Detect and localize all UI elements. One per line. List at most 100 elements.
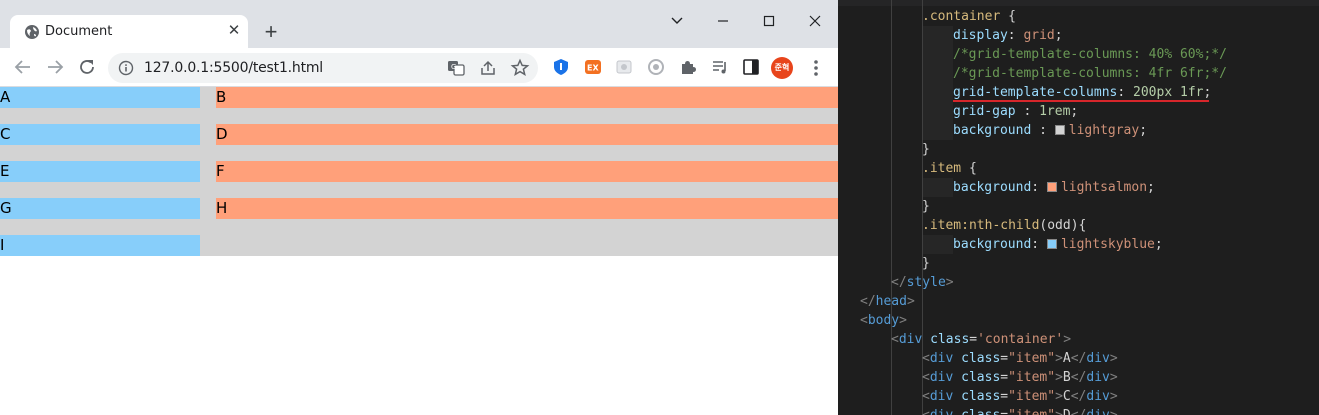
color-swatch[interactable] <box>1046 182 1057 192</box>
puzzle-extensions-icon[interactable] <box>678 57 698 77</box>
code-token: = <box>1000 370 1009 385</box>
code-token: display <box>953 28 1008 43</box>
code-token: < <box>922 408 930 415</box>
code-token: "item" <box>1008 370 1056 385</box>
code-token: = <box>969 332 978 347</box>
screen-extension-icon[interactable] <box>614 57 634 77</box>
code-editor[interactable]: .container { display: grid;/*grid-templat… <box>838 0 1319 415</box>
reload-icon[interactable] <box>76 56 98 78</box>
code-token: .item:nth-child <box>922 218 1040 233</box>
code-line: </style> <box>891 273 954 292</box>
color-swatch[interactable] <box>1046 239 1057 249</box>
code-token: > <box>1110 408 1118 415</box>
code-line: </head> <box>860 292 915 311</box>
code-token: 1rem <box>1039 104 1071 119</box>
code-token: style <box>906 275 946 290</box>
code-token: </ <box>1070 351 1087 366</box>
code-token: background <box>953 237 1032 252</box>
code-token: A <box>1062 351 1071 366</box>
tab-search-icon[interactable] <box>665 10 689 34</box>
bookmark-star-icon[interactable] <box>510 58 530 78</box>
code-token: "item" <box>1008 408 1055 415</box>
code-token: C <box>1062 389 1071 404</box>
code-token: "item" <box>1008 389 1056 404</box>
code-token: > <box>1055 370 1063 385</box>
indent-highlight <box>923 83 953 102</box>
color-swatch[interactable] <box>1054 125 1065 135</box>
code-line: <div class="item">B</div> <box>922 368 1118 387</box>
side-panel-icon[interactable] <box>741 57 761 77</box>
code-token: div <box>929 351 954 366</box>
code-token: > <box>906 294 915 309</box>
code-token: </ <box>1070 370 1087 385</box>
code-token: "item" <box>1008 351 1056 366</box>
code-line: /*grid-template-columns: 40% 60%;*/ <box>953 45 1227 64</box>
code-token: < <box>891 332 899 347</box>
code-token: = <box>1000 408 1008 415</box>
desktop: Document ✕ + 127.0.0.1:5500/test1.html G… <box>0 0 1319 415</box>
code-token: background <box>953 123 1032 138</box>
code-token: div <box>1086 370 1110 385</box>
code-token: < <box>922 389 930 404</box>
code-token: 1fr <box>1180 85 1204 100</box>
code-token: : <box>1015 104 1040 119</box>
code-token: B <box>1062 370 1071 385</box>
new-tab-icon[interactable]: + <box>259 20 283 44</box>
indent-highlight <box>923 64 953 83</box>
code-token: : <box>1007 28 1024 43</box>
code-token: { <box>1008 9 1016 24</box>
code-token: </ <box>1071 408 1087 415</box>
code-token: class <box>961 370 1001 385</box>
media-playlist-icon[interactable] <box>710 57 730 77</box>
timer-extension-icon[interactable] <box>646 57 666 77</box>
code-token: grid-gap <box>953 104 1016 119</box>
site-info-icon[interactable] <box>118 60 134 76</box>
code-line: <div class="item">C</div> <box>922 387 1118 406</box>
code-token: head <box>875 294 907 309</box>
shield-extension-icon[interactable] <box>551 57 571 77</box>
code-token: > <box>1055 351 1063 366</box>
grid-item: D <box>216 124 838 145</box>
code-token: .container <box>922 9 1009 24</box>
globe-icon <box>25 25 39 39</box>
indent-highlight <box>923 102 953 121</box>
translate-icon[interactable]: G <box>446 58 466 78</box>
address-bar[interactable]: 127.0.0.1:5500/test1.html G <box>108 53 538 83</box>
code-line: grid-gap : 1rem; <box>953 102 1078 121</box>
code-line: background: lightsalmon; <box>953 178 1155 197</box>
maximize-icon[interactable] <box>757 10 781 34</box>
grid-item: F <box>216 161 838 182</box>
back-arrow-icon[interactable] <box>12 56 34 78</box>
close-tab-icon[interactable]: ✕ <box>226 23 242 39</box>
ex-extension-icon[interactable]: EX <box>583 57 603 77</box>
code-line: <body> <box>860 311 907 330</box>
code-line: display: grid; <box>953 26 1063 45</box>
code-token: } <box>922 142 930 157</box>
code-token: > <box>945 275 954 290</box>
grid-item: H <box>216 198 838 219</box>
forward-arrow-icon[interactable] <box>44 56 66 78</box>
code-token: class <box>961 351 1001 366</box>
code-token: } <box>922 199 930 214</box>
code-token: > <box>1055 408 1063 415</box>
code-token: > <box>1063 332 1072 347</box>
grid-item: I <box>0 235 200 256</box>
share-icon[interactable] <box>478 58 498 78</box>
more-menu-icon[interactable] <box>808 57 824 79</box>
grid-item: B <box>216 87 838 108</box>
code-token: ; <box>1203 85 1212 100</box>
profile-avatar[interactable]: 준혁 <box>771 57 793 79</box>
grid-item: E <box>0 161 200 182</box>
code-token: .item <box>922 161 969 176</box>
close-window-icon[interactable] <box>803 10 827 34</box>
browser-tab[interactable]: Document ✕ <box>10 15 248 48</box>
code-token: div <box>930 408 953 415</box>
minimize-icon[interactable] <box>711 10 735 34</box>
indent-highlight <box>923 121 953 140</box>
code-token: grid-template-columns <box>953 85 1118 100</box>
code-line: .item:nth-child(odd){ <box>922 216 1086 235</box>
tab-title: Document <box>45 24 113 39</box>
